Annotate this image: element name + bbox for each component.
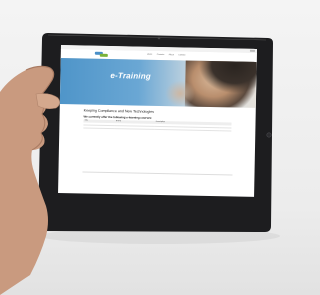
tablet-screen: Home Courses About Contact e-Training Ke… [58,45,257,197]
home-button [266,132,272,138]
hero-title: e-Training [110,71,152,81]
nav-item[interactable]: Contact [178,54,185,56]
footer-column[interactable] [82,173,118,174]
footer-column[interactable] [155,175,191,176]
site-logo[interactable] [94,51,109,57]
course-brand [114,125,155,130]
footer-column[interactable] [192,176,228,177]
footer-links [82,173,232,178]
login-button[interactable] [249,49,255,53]
course-title [83,125,115,129]
register-link[interactable] [219,127,232,132]
site-footer [82,171,233,179]
hero-banner: e-Training [59,58,257,108]
product-photo: Home Courses About Contact e-Training Ke… [0,0,305,295]
courses-table: Title Brand Description [83,119,232,132]
main-nav: Home Courses About Contact [147,54,190,57]
nav-item[interactable]: Home [147,54,152,56]
course-description [154,126,220,131]
nav-item[interactable]: About [169,54,174,56]
main-content: Keeping Compliance and New Technologies … [83,108,233,132]
nav-item[interactable]: Courses [157,54,164,56]
footer-column[interactable] [119,174,155,175]
camera-icon [157,36,161,40]
